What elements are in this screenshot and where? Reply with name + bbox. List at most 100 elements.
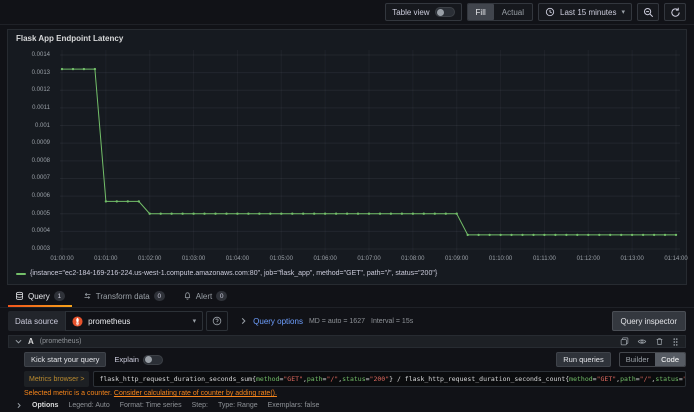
x-axis-tick-label: 01:06:00 bbox=[313, 256, 337, 262]
metrics-browser-toggle[interactable]: Metrics browser > bbox=[24, 371, 90, 387]
transform-icon bbox=[83, 291, 92, 301]
counter-warning: Selected metric is a counter. Consider c… bbox=[24, 390, 686, 397]
duplicate-query-icon[interactable] bbox=[620, 337, 629, 346]
x-axis-tick-label: 01:02:00 bbox=[138, 256, 162, 262]
query-options-footer: Options Legend: Auto Format: Time series… bbox=[16, 402, 686, 409]
time-range-label: Last 15 minutes bbox=[560, 7, 617, 17]
promql-expression-input[interactable]: flask_http_request_duration_seconds_sum{… bbox=[93, 371, 686, 387]
x-axis-tick-label: 01:00:00 bbox=[50, 256, 74, 262]
x-axis-tick-label: 01:07:00 bbox=[357, 256, 381, 262]
y-axis-tick-label: 0.0009 bbox=[31, 140, 50, 147]
query-options-label: Query options bbox=[253, 316, 303, 326]
refresh-icon bbox=[670, 7, 681, 18]
y-axis-tick-label: 0.0011 bbox=[32, 104, 50, 111]
x-axis: 01:00:00 01:01:00 01:02:00 01:03:00 01:04:00… bbox=[50, 256, 687, 266]
drag-handle-icon[interactable] bbox=[672, 337, 679, 347]
datasource-label: Data source bbox=[8, 311, 66, 331]
max-data-points-summary: MD = auto = 1627 bbox=[308, 317, 365, 325]
collapse-chevron-icon[interactable] bbox=[15, 338, 22, 345]
interval-summary: Interval = 15s bbox=[371, 317, 414, 325]
remove-query-trash-icon[interactable] bbox=[655, 337, 664, 346]
x-axis-tick-label: 01:04:00 bbox=[225, 256, 250, 262]
chevron-down-icon: ▾ bbox=[192, 317, 197, 325]
datasource-picker[interactable]: prometheus ▾ bbox=[65, 311, 204, 331]
tab-query[interactable]: Query 1 bbox=[8, 287, 72, 307]
builder-mode-button[interactable]: Builder bbox=[620, 353, 655, 366]
query-toolbar-row: Kick start your query Explain Run querie… bbox=[24, 352, 686, 367]
plot-region[interactable] bbox=[60, 50, 680, 255]
actual-button[interactable]: Actual bbox=[494, 4, 532, 20]
panel-edit-toolbar: Table view Fill Actual Last 15 minutes ▾ bbox=[0, 0, 694, 25]
y-axis-tick-label: 0.0007 bbox=[31, 175, 50, 182]
tab-transform-label: Transform data bbox=[95, 291, 150, 301]
panel-title: Flask App Endpoint Latency bbox=[16, 34, 124, 43]
explain-toggle[interactable] bbox=[142, 354, 163, 365]
y-axis-tick-label: 0.0006 bbox=[31, 193, 50, 200]
x-axis-tick-label: 01:13:00 bbox=[620, 256, 644, 262]
option-legend: Legend: Auto bbox=[68, 402, 110, 409]
series-label: {instance="ec2-184-169-216-224.us-west-1… bbox=[30, 270, 438, 277]
chevron-right-icon[interactable] bbox=[16, 402, 22, 409]
tab-alert-count: 0 bbox=[216, 291, 228, 301]
table-view-toggle[interactable] bbox=[434, 7, 455, 17]
x-axis-tick-label: 01:05:00 bbox=[269, 256, 293, 262]
y-axis-tick-label: 0.0008 bbox=[31, 157, 50, 164]
option-type: Type: Range bbox=[217, 402, 258, 409]
x-axis-tick-label: 01:14:00 bbox=[664, 256, 688, 262]
tab-query-count: 1 bbox=[53, 291, 65, 301]
query-editor-row: A (prometheus) Kick start your query Exp… bbox=[8, 335, 686, 409]
explain-label: Explain bbox=[114, 355, 139, 364]
datasource-help-button[interactable] bbox=[206, 311, 229, 331]
table-view-group: Table view bbox=[385, 3, 462, 21]
code-mode-button[interactable]: Code bbox=[655, 353, 685, 366]
kick-start-query-button[interactable]: Kick start your query bbox=[24, 352, 107, 367]
x-axis-tick-label: 01:12:00 bbox=[576, 256, 600, 262]
tab-transform-count: 0 bbox=[153, 291, 165, 301]
builder-code-switch: Builder Code bbox=[618, 352, 686, 367]
tab-alert-label: Alert bbox=[195, 291, 213, 301]
query-row-header: A (prometheus) bbox=[8, 335, 686, 348]
x-axis-tick-label: 01:08:00 bbox=[401, 256, 425, 262]
fill-actual-group: Fill Actual bbox=[466, 3, 533, 21]
x-axis-tick-label: 01:11:00 bbox=[532, 256, 556, 262]
hide-response-eye-icon[interactable] bbox=[637, 337, 647, 346]
option-format: Format: Time series bbox=[119, 402, 182, 409]
chart-area: 0.0014 0.0013 0.0012 0.0011 0.001 0.0009 0.000… bbox=[8, 50, 686, 255]
zoom-out-icon bbox=[643, 7, 654, 18]
run-queries-button[interactable]: Run queries bbox=[556, 352, 611, 367]
option-step: Step: bbox=[191, 402, 208, 409]
y-axis-tick-label: 0.001 bbox=[34, 122, 50, 129]
query-row-actions bbox=[620, 337, 679, 347]
option-exemplars: Exemplars: false bbox=[267, 402, 320, 409]
tab-alert[interactable]: Alert 0 bbox=[176, 287, 234, 307]
zoom-out-button[interactable] bbox=[637, 3, 659, 21]
add-rate-hint-link[interactable]: Consider calculating rate of counter by … bbox=[114, 390, 277, 397]
options-label: Options bbox=[32, 402, 59, 409]
editor-tabs: Query 1 Transform data 0 Alert 0 bbox=[0, 287, 694, 308]
refresh-button[interactable] bbox=[664, 3, 686, 21]
latency-line-chart bbox=[60, 50, 680, 255]
clock-icon bbox=[545, 7, 555, 17]
chevron-right-icon bbox=[240, 317, 247, 325]
query-inspector-button[interactable]: Query inspector bbox=[611, 311, 686, 331]
x-axis-tick-label: 01:10:00 bbox=[488, 256, 513, 262]
explain-control: Explain bbox=[114, 354, 163, 365]
series-color-swatch bbox=[16, 272, 26, 275]
legend-item[interactable]: {instance="ec2-184-169-216-224.us-west-1… bbox=[16, 270, 437, 277]
datasource-value: prometheus bbox=[88, 316, 131, 326]
y-axis: 0.0014 0.0013 0.0012 0.0011 0.001 0.0009 0.000… bbox=[8, 50, 56, 255]
query-options-toggle[interactable]: Query options MD = auto = 1627 Interval … bbox=[240, 317, 413, 326]
y-axis-tick-label: 0.0012 bbox=[31, 87, 50, 94]
warning-text: Selected metric is a counter. bbox=[24, 390, 112, 397]
tab-transform-data[interactable]: Transform data 0 bbox=[76, 287, 172, 307]
y-axis-tick-label: 0.0004 bbox=[31, 228, 50, 235]
query-ref-id: A bbox=[28, 337, 34, 346]
time-range-picker[interactable]: Last 15 minutes ▾ bbox=[538, 3, 632, 21]
fill-button[interactable]: Fill bbox=[467, 4, 494, 20]
query-datasource-hint: (prometheus) bbox=[39, 338, 82, 345]
x-axis-tick-label: 01:09:00 bbox=[445, 256, 469, 262]
database-icon bbox=[15, 291, 24, 301]
x-axis-tick-label: 01:01:00 bbox=[94, 256, 118, 262]
bell-icon bbox=[183, 291, 192, 301]
tab-query-label: Query bbox=[28, 291, 50, 301]
